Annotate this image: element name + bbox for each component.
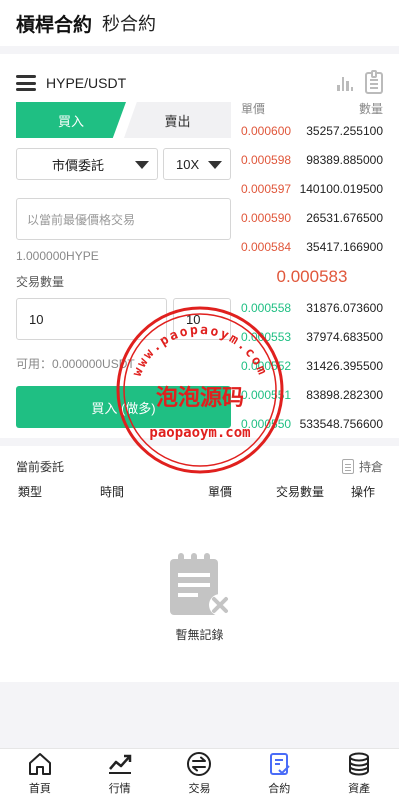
ask-qty: 35257.255100 — [306, 123, 383, 138]
bid-qty: 37974.683500 — [306, 329, 383, 344]
bid-price: 0.000553 — [241, 329, 292, 344]
column-quantity: 交易數量 — [276, 485, 325, 499]
current-orders-panel: 當前委託 持倉 類型 時間 單價 交易數量 操作 暫無記錄 — [0, 446, 399, 682]
empty-records-icon — [170, 553, 231, 616]
buy-long-button[interactable]: 買入 (做多) — [16, 386, 231, 428]
unit-hint: 1.000000HYPE — [16, 249, 99, 263]
bid-price: 0.000558 — [241, 300, 292, 315]
ask-price: 0.000600 — [241, 123, 292, 138]
nav-label: 交易 — [188, 783, 211, 795]
orders-header: 當前委託 持倉 — [16, 458, 383, 475]
bid-qty: 83898.282300 — [306, 387, 383, 402]
leverage-value: 10X — [176, 156, 200, 172]
nav-trade[interactable]: 交易 — [160, 749, 240, 798]
ask-price: 0.000598 — [241, 152, 292, 167]
positions-label: 持倉 — [358, 460, 383, 474]
orders-title: 當前委託 — [16, 460, 65, 474]
nav-market[interactable]: 行情 — [80, 749, 160, 798]
ask-row[interactable]: 0.000584 35417.166900 — [241, 232, 383, 261]
bid-price: 0.000552 — [241, 358, 292, 373]
nav-contract[interactable]: 合約 — [239, 749, 319, 798]
bid-row[interactable]: 0.000552 31426.395500 — [241, 351, 383, 380]
ask-row[interactable]: 0.000590 26531.676500 — [241, 203, 383, 232]
trade-panel: HYPE/USDT 買入 賣出 市價委託 10X 以當前最優價格交易 1.000… — [0, 54, 399, 438]
menu-icon[interactable] — [16, 75, 36, 91]
ask-qty: 140100.019500 — [299, 181, 383, 196]
buy-sell-tabs: 買入 賣出 — [16, 102, 231, 138]
bid-qty: 31876.073600 — [306, 300, 383, 315]
bid-qty: 533548.756600 — [299, 416, 383, 431]
trend-icon — [108, 754, 131, 774]
nav-label: 行情 — [108, 783, 131, 795]
bottom-nav: 首頁 行情 交易 合約 資產 — [0, 748, 399, 798]
quantity-input[interactable]: 10 — [16, 298, 167, 340]
bid-price: 0.000550 — [241, 416, 292, 431]
bid-row[interactable]: 0.000558 31876.073600 — [241, 293, 383, 322]
order-book-header: 單價 數量 — [241, 100, 383, 116]
bid-row[interactable]: 0.000553 37974.683500 — [241, 322, 383, 351]
top-header: 槓桿合約 秒合約 — [0, 0, 399, 46]
order-book: 單價 數量 0.000600 35257.255100 0.000598 98389… — [241, 100, 383, 438]
ask-row[interactable]: 0.000597 140100.019500 — [241, 174, 383, 203]
caret-down-icon — [135, 161, 149, 169]
order-type-select[interactable]: 市價委託 — [16, 148, 158, 180]
nav-assets[interactable]: 資產 — [319, 749, 399, 798]
ask-qty: 26531.676500 — [306, 210, 383, 225]
positions-link[interactable]: 持倉 — [341, 458, 383, 475]
column-type: 類型 — [18, 485, 43, 499]
available-balance: 可用：0.000000USDT — [16, 357, 135, 371]
ask-row[interactable]: 0.000600 35257.255100 — [241, 116, 383, 145]
bid-row[interactable]: 0.000551 83898.282300 — [241, 380, 383, 409]
column-time: 時間 — [100, 485, 125, 499]
nav-label: 首頁 — [28, 783, 51, 795]
column-action: 操作 — [351, 485, 376, 499]
tab-buy[interactable]: 買入 — [16, 102, 126, 138]
nav-home[interactable]: 首頁 — [0, 749, 80, 798]
column-price: 單價 — [208, 485, 233, 499]
assets-icon — [349, 752, 370, 776]
quantity-header: 數量 — [358, 102, 383, 116]
empty-records-text: 暫無記錄 — [175, 628, 224, 642]
ask-price: 0.000597 — [241, 181, 292, 196]
caret-down-icon — [208, 161, 222, 169]
leverage-select[interactable]: 10X — [163, 148, 231, 180]
home-icon — [28, 753, 51, 775]
tab-sell[interactable]: 賣出 — [124, 102, 231, 138]
pair-name[interactable]: HYPE/USDT — [46, 75, 126, 91]
bid-row[interactable]: 0.000550 533548.756600 — [241, 409, 383, 438]
nav-label: 資產 — [348, 783, 371, 795]
tab-leverage-contract[interactable]: 槓桿合約 — [16, 10, 92, 37]
ask-price: 0.000590 — [241, 210, 292, 225]
order-type-value: 市價委託 — [51, 157, 104, 173]
document-icon — [341, 459, 354, 474]
exchange-icon — [187, 752, 212, 776]
price-input[interactable]: 以當前最優價格交易 — [16, 198, 231, 240]
bid-qty: 31426.395500 — [306, 358, 383, 373]
price-header: 單價 — [241, 102, 266, 116]
pair-bar: HYPE/USDT — [16, 70, 383, 94]
ask-price: 0.000584 — [241, 239, 292, 254]
quantity-label: 交易數量 — [16, 275, 65, 289]
leverage-input[interactable]: 10 — [173, 298, 231, 340]
tab-second-contract[interactable]: 秒合約 — [102, 10, 156, 36]
ask-qty: 98389.885000 — [306, 152, 383, 167]
bar-chart-icon[interactable] — [337, 75, 353, 91]
bid-price: 0.000551 — [241, 387, 292, 402]
nav-label: 合約 — [268, 783, 291, 795]
clipboard-icon[interactable] — [365, 70, 383, 94]
contract-icon — [270, 753, 290, 775]
last-price: 0.000583 — [276, 267, 348, 286]
ask-qty: 35417.166900 — [306, 239, 383, 254]
ask-row[interactable]: 0.000598 98389.885000 — [241, 145, 383, 174]
